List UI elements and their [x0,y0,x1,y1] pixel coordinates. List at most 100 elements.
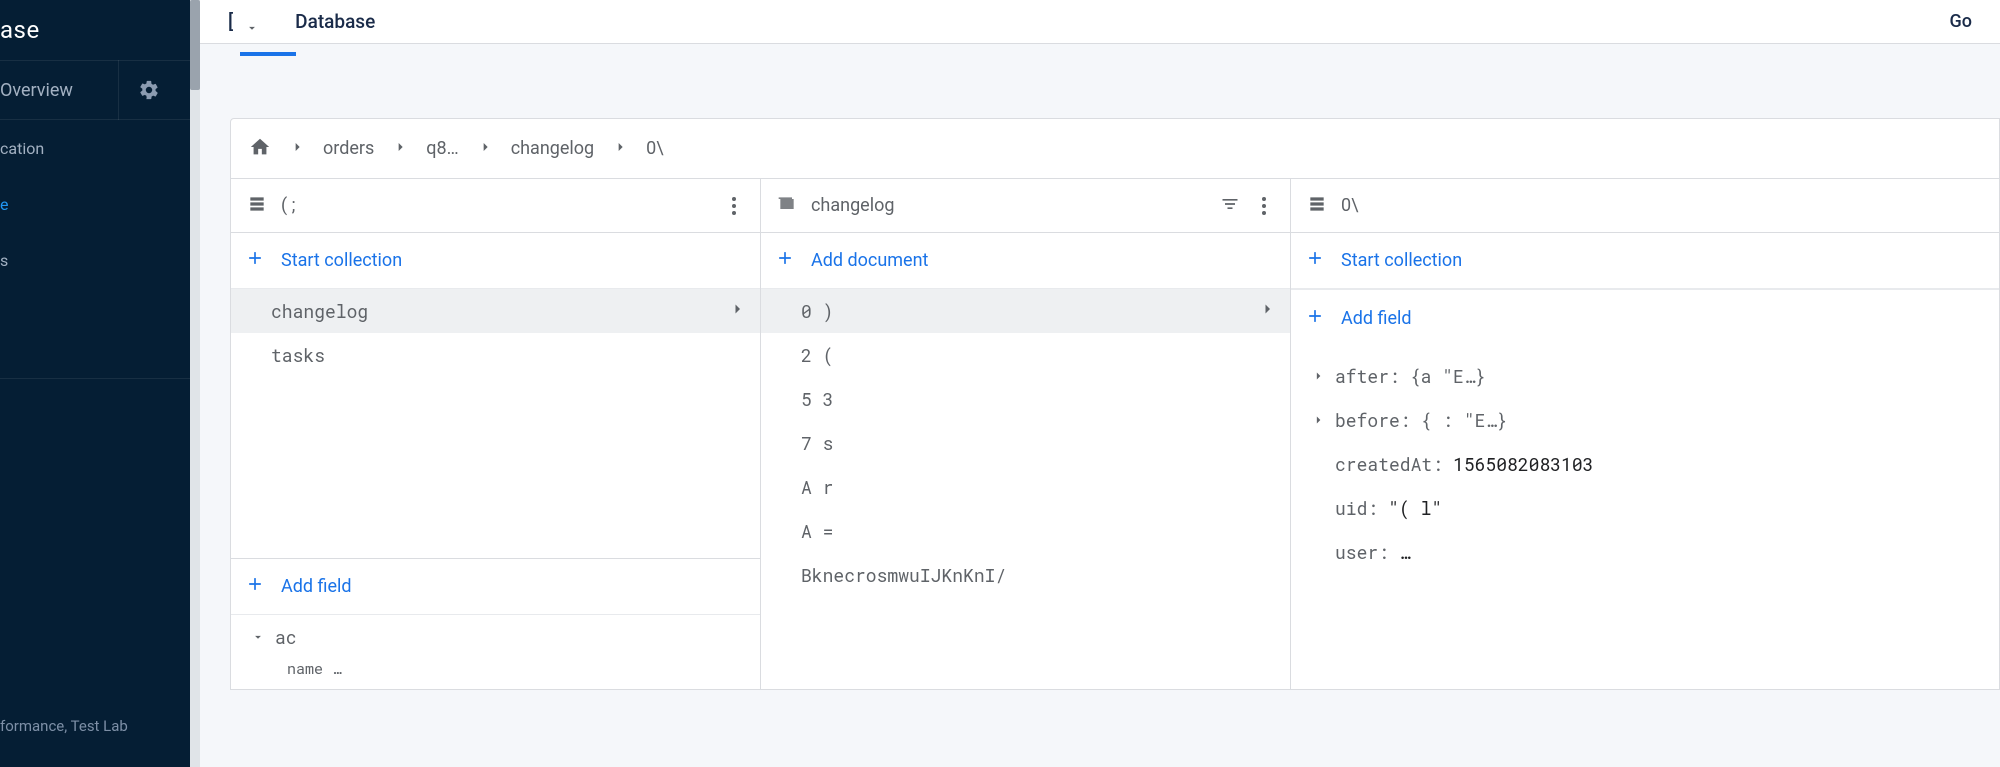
column-doc-detail: 0\ Start collection Add field after: {a … [1291,179,1999,689]
field-key: user: [1335,540,1389,564]
chevron-right-icon [1258,299,1276,323]
col2-title: changelog [811,195,1206,216]
list-item[interactable]: changelog [231,289,760,333]
list-item[interactable]: BknecrosmwuIJKnKnI/ [761,553,1290,597]
add-field-button[interactable]: Add field [231,559,760,615]
field-key: ac [275,625,297,649]
database-title: Database [295,10,375,33]
field-value: { : "E…} [1421,408,1507,432]
project-selector[interactable]: [ [228,10,255,33]
list-item[interactable]: 7 s [761,421,1290,465]
field-value: {a "E…} [1410,364,1486,388]
add-field-label: Add field [1341,308,1412,329]
add-field-button[interactable]: Add field [1291,290,1999,346]
list-item-label: changelog [271,299,368,323]
field-key: uid: [1335,496,1378,520]
col2-header: changelog [761,179,1290,233]
sidebar: ase Overview cationes formance, Test Lab [0,0,190,767]
list-item-label: 0 ) [801,299,833,323]
sidebar-divider [0,378,190,379]
add-field-label: Add field [281,576,352,597]
collection-icon [777,194,797,218]
column-collection: changelog Add document 0 ) 2 ( 5 3 [761,179,1291,689]
start-collection-button[interactable]: Start collection [231,233,760,289]
breadcrumb: orders q8… changelog 0\ [231,119,1999,179]
field-row[interactable]: after: {a "E…} [1291,354,1999,398]
plus-icon [775,248,795,273]
list-item-label: A = [801,519,833,543]
main: [ Database Go orders q8… changelog 0\ [190,0,2000,767]
breadcrumb-seg[interactable]: orders [323,138,374,159]
chevron-down-icon[interactable] [251,625,265,649]
list-item-label: BknecrosmwuIJKnKnI/ [801,563,1006,587]
start-collection-label: Start collection [1341,250,1462,271]
field-value: "( l" [1388,496,1442,520]
scrollbar-thumb[interactable] [190,0,200,90]
field-row[interactable]: uid: "( l" [1291,486,1999,530]
document-icon [1307,194,1327,218]
chevron-right-icon [392,139,408,159]
add-document-label: Add document [811,250,928,271]
field-key: before: [1335,408,1411,432]
plus-icon [245,574,265,599]
list-item[interactable]: A r [761,465,1290,509]
gear-icon[interactable] [118,60,178,120]
col1-header: ( ; [231,179,760,233]
field-row[interactable]: ac [231,615,760,659]
list-item[interactable]: tasks [231,333,760,377]
field-value: 1565082083103 [1453,452,1593,476]
scrollbar[interactable] [190,0,200,767]
chevron-right-icon [289,139,305,159]
field-key: after: [1335,364,1400,388]
plus-icon [1305,306,1325,331]
col3-fields: after: {a "E…}before: { : "E…}createdAt:… [1291,346,1999,689]
brand-row: ase [0,0,190,60]
field-row[interactable]: before: { : "E…} [1291,398,1999,442]
field-sub-row[interactable]: name … [231,659,760,689]
breadcrumb-seg[interactable]: q8… [426,138,458,159]
list-item-label: 2 ( [801,343,833,367]
menu-icon[interactable] [724,197,744,215]
list-item-label: 5 3 [801,387,833,411]
chevron-right-icon[interactable] [1311,364,1325,388]
chevron-right-icon [728,299,746,323]
tab-indicator [240,52,296,56]
col3-title: 0\ [1341,195,1983,216]
chevron-right-icon [477,139,493,159]
list-item[interactable]: 5 3 [761,377,1290,421]
sidebar-item-cation[interactable]: cation [0,120,190,176]
field-row[interactable]: createdAt: 1565082083103 [1291,442,1999,486]
col1-list: changelog tasks [231,289,760,558]
home-icon[interactable] [249,136,271,162]
chevron-right-icon [612,139,628,159]
goto-link[interactable]: Go [1950,11,1972,32]
list-item-label: 7 s [801,431,833,455]
start-collection-label: Start collection [281,250,402,271]
list-item-label: tasks [271,343,325,367]
field-row[interactable]: user: … [1291,530,1999,574]
sidebar-item-e[interactable]: e [0,176,190,232]
list-item[interactable]: 2 ( [761,333,1290,377]
sidebar-footer: formance, Test Lab [0,716,128,737]
brand-text: ase [0,16,40,44]
field-value: … [1399,540,1410,564]
data-explorer-card: orders q8… changelog 0\ ( ; [230,118,2000,690]
project-overview-row[interactable]: Overview [0,60,190,120]
top-header: [ Database Go [200,0,2000,44]
add-document-button[interactable]: Add document [761,233,1290,289]
col3-header: 0\ [1291,179,1999,233]
sidebar-nav: cationes [0,120,190,288]
list-item-label: A r [801,475,833,499]
list-item[interactable]: A = [761,509,1290,553]
start-collection-button[interactable]: Start collection [1291,233,1999,289]
breadcrumb-seg[interactable]: changelog [511,138,594,159]
menu-icon[interactable] [1254,197,1274,215]
list-item[interactable]: 0 ) [761,289,1290,333]
sidebar-item-s[interactable]: s [0,232,190,288]
plus-icon [245,248,265,273]
breadcrumb-seg[interactable]: 0\ [646,138,664,159]
chevron-right-icon[interactable] [1311,408,1325,432]
filter-icon[interactable] [1220,194,1240,218]
col1-title: ( ; [281,195,710,216]
chevron-down-icon [245,17,255,27]
